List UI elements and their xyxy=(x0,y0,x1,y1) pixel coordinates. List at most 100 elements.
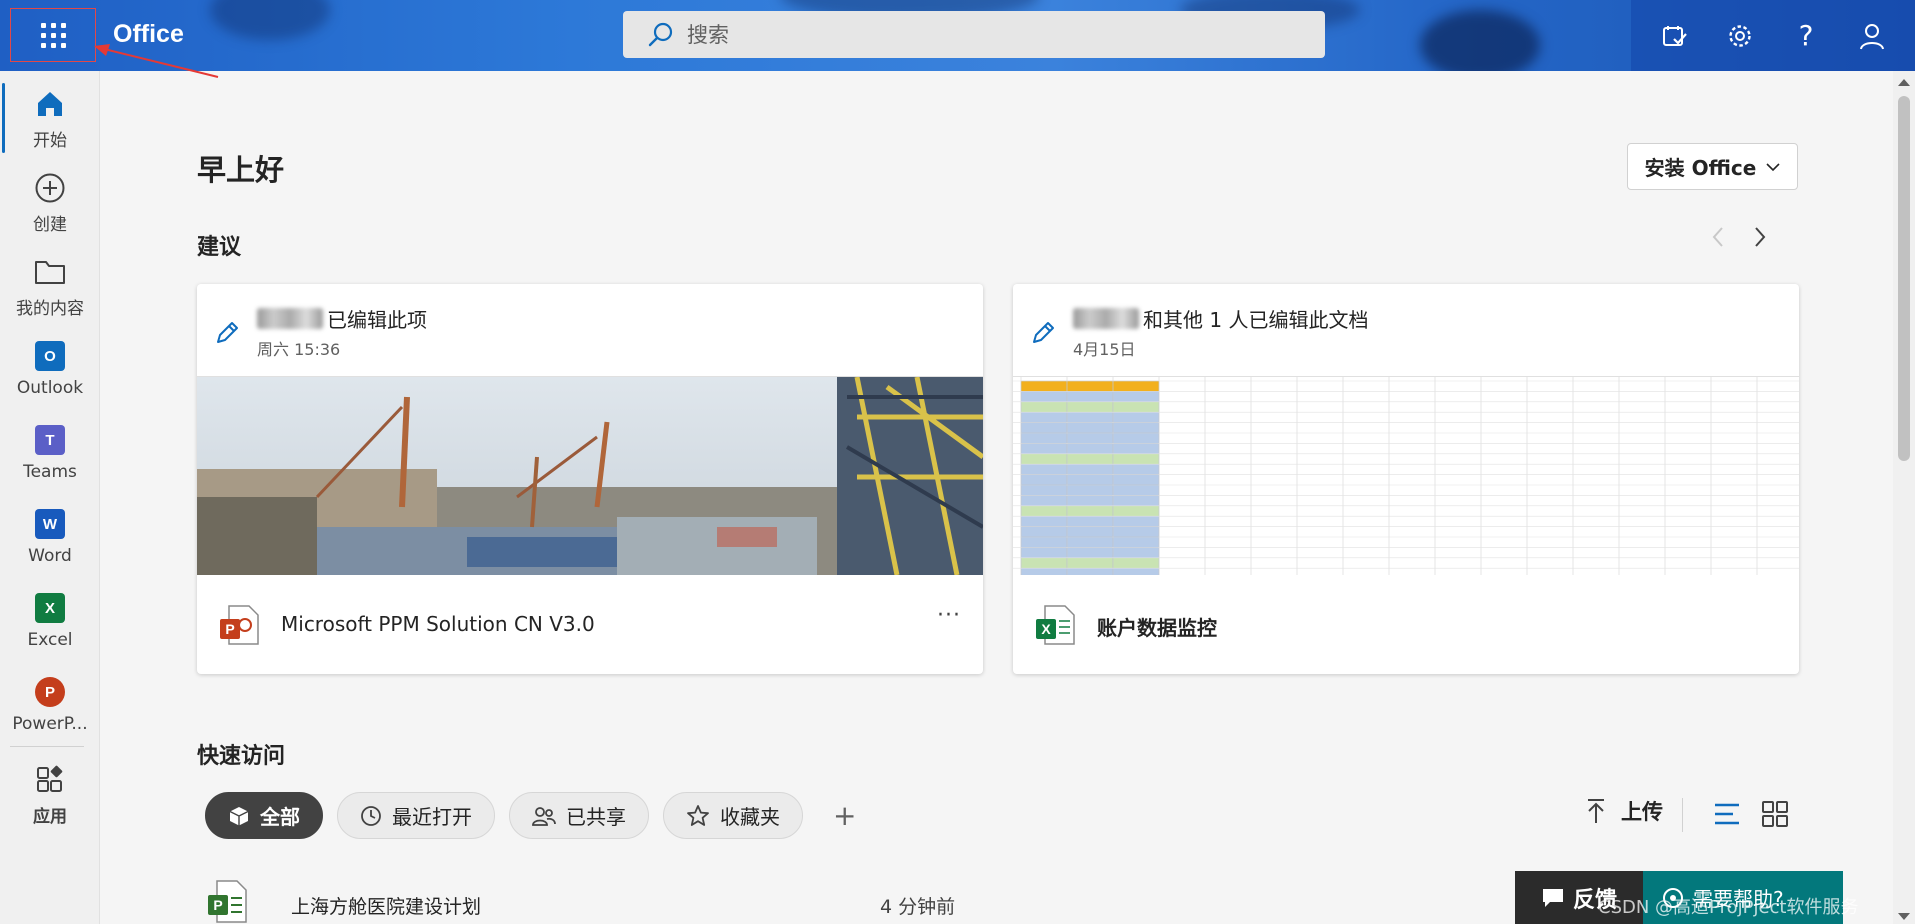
cube-icon xyxy=(229,806,249,825)
rail-item-teams[interactable]: T Teams xyxy=(0,415,100,495)
settings-button[interactable] xyxy=(1716,12,1764,60)
sheet-cell xyxy=(1066,380,1114,392)
pencil-icon xyxy=(217,322,238,343)
rail-item-create[interactable]: 创建 xyxy=(0,163,100,243)
sheet-cell xyxy=(1112,536,1160,548)
upload-icon xyxy=(1588,799,1604,823)
rail-label: Excel xyxy=(27,630,73,650)
search-box[interactable] xyxy=(623,11,1325,58)
grid-view-icon[interactable] xyxy=(1760,799,1790,829)
annotation-arrow xyxy=(94,44,219,78)
waffle-icon xyxy=(40,22,66,48)
powerpoint-file-icon: P xyxy=(220,605,259,645)
scroll-thumb[interactable] xyxy=(1898,96,1910,461)
app-launcher-button[interactable] xyxy=(10,8,96,62)
sheet-cell xyxy=(1020,391,1068,402)
rail-label: Word xyxy=(28,546,72,566)
sheet-cell xyxy=(1066,567,1114,575)
to-do-icon xyxy=(1663,25,1687,46)
spreadsheet-preview xyxy=(1013,377,1799,575)
account-icon xyxy=(1860,23,1884,49)
chip-favorites[interactable]: 收藏夹 xyxy=(663,792,803,839)
pencil-icon xyxy=(1033,322,1054,343)
excel-file-icon: X xyxy=(1036,605,1075,645)
sheet-cell xyxy=(1066,557,1114,569)
help-icon: ? xyxy=(1798,19,1814,52)
sheet-cell xyxy=(1112,515,1160,527)
to-do-button[interactable] xyxy=(1650,12,1698,60)
sheet-cell xyxy=(1020,526,1068,538)
sheet-cell xyxy=(1066,422,1114,434)
sheet-cell xyxy=(1020,422,1068,434)
rail-item-home[interactable]: 开始 xyxy=(0,79,100,159)
background-swirl xyxy=(210,0,330,40)
upload-button[interactable]: 上传 xyxy=(1585,796,1663,826)
scrollbar[interactable] xyxy=(1893,71,1915,924)
sheet-cell xyxy=(1066,547,1114,558)
account-button[interactable] xyxy=(1848,12,1896,60)
file-type-glyph: X xyxy=(1041,621,1051,637)
sheet-cell xyxy=(1112,391,1160,402)
file-name[interactable]: 上海方舱医院建设计划 xyxy=(291,892,481,919)
scroll-up-arrow[interactable] xyxy=(1898,79,1910,86)
add-chip-button[interactable]: + xyxy=(833,799,856,832)
sheet-cell xyxy=(1020,380,1068,392)
rail-item-powerpoint[interactable]: P PowerP... xyxy=(0,667,100,747)
clock-icon xyxy=(361,805,381,826)
chat-icon xyxy=(1542,888,1563,907)
chevron-left-icon[interactable] xyxy=(1710,225,1726,249)
chip-recent[interactable]: 最近打开 xyxy=(337,792,495,839)
sheet-cell xyxy=(1066,536,1114,548)
home-icon xyxy=(33,87,67,121)
sheet-cell xyxy=(1112,422,1160,434)
chip-label: 已共享 xyxy=(566,805,626,829)
sheet-cell xyxy=(1020,401,1068,413)
suggestions-heading: 建议 xyxy=(197,235,242,260)
apps-icon xyxy=(33,763,67,797)
rail-item-word[interactable]: W Word xyxy=(0,499,100,579)
sheet-cell xyxy=(1020,463,1068,475)
file-list-row[interactable]: P 上海方舱医院建设计划 4 分钟前 xyxy=(205,878,1505,924)
rail-item-apps[interactable]: 应用 xyxy=(0,755,100,835)
install-label: 安装 Office xyxy=(1644,156,1757,180)
search-input[interactable] xyxy=(687,22,1287,47)
chevron-down-icon xyxy=(1766,162,1780,171)
scroll-down-arrow[interactable] xyxy=(1898,913,1910,920)
powerpoint-icon: P xyxy=(35,677,65,707)
sheet-cell xyxy=(1112,495,1160,507)
chevron-right-icon[interactable] xyxy=(1752,225,1768,249)
sheet-cell xyxy=(1066,505,1114,517)
rail-label: Teams xyxy=(23,462,77,482)
suggestion-card[interactable]: 已编辑此项 周六 15:36 P Microsoft PPM Solution … xyxy=(197,284,983,674)
card-activity: 已编辑此项 xyxy=(327,308,427,332)
sheet-cell xyxy=(1020,453,1068,465)
help-button[interactable]: ? xyxy=(1782,12,1830,60)
sheet-cell xyxy=(1066,391,1114,402)
card-file-name[interactable]: Microsoft PPM Solution CN V3.0 xyxy=(281,612,595,636)
sheet-cell xyxy=(1112,432,1160,444)
rail-label: 我的内容 xyxy=(16,299,84,319)
chip-all[interactable]: 全部 xyxy=(205,792,323,839)
card-footer: P Microsoft PPM Solution CN V3.0 ··· xyxy=(197,575,983,674)
rail-item-outlook[interactable]: O Outlook xyxy=(0,331,100,411)
sheet-cell xyxy=(1066,453,1114,465)
people-icon xyxy=(532,806,556,826)
sheet-cell xyxy=(1020,432,1068,444)
rail-item-excel[interactable]: X Excel xyxy=(0,583,100,663)
chip-shared[interactable]: 已共享 xyxy=(509,792,649,839)
sheet-cell xyxy=(1112,474,1160,486)
word-icon: W xyxy=(35,509,65,539)
list-view-icon[interactable] xyxy=(1712,799,1742,829)
search-icon xyxy=(648,22,673,46)
file-thumbnail xyxy=(1013,377,1799,575)
sheet-cell xyxy=(1066,515,1114,527)
suggestion-card[interactable]: 和其他 1 人已编辑此文档 4月15日 X 账户数据监控 xyxy=(1013,284,1799,674)
install-office-button[interactable]: 安装 Office xyxy=(1627,143,1798,190)
more-options-button[interactable]: ··· xyxy=(937,603,961,628)
rail-label: Outlook xyxy=(16,378,84,398)
sheet-cell xyxy=(1020,443,1068,455)
sheet-cell xyxy=(1112,547,1160,558)
plus-circle-icon xyxy=(33,171,67,205)
rail-item-my-content[interactable]: 我的内容 xyxy=(0,247,100,327)
card-file-name[interactable]: 账户数据监控 xyxy=(1097,612,1217,641)
